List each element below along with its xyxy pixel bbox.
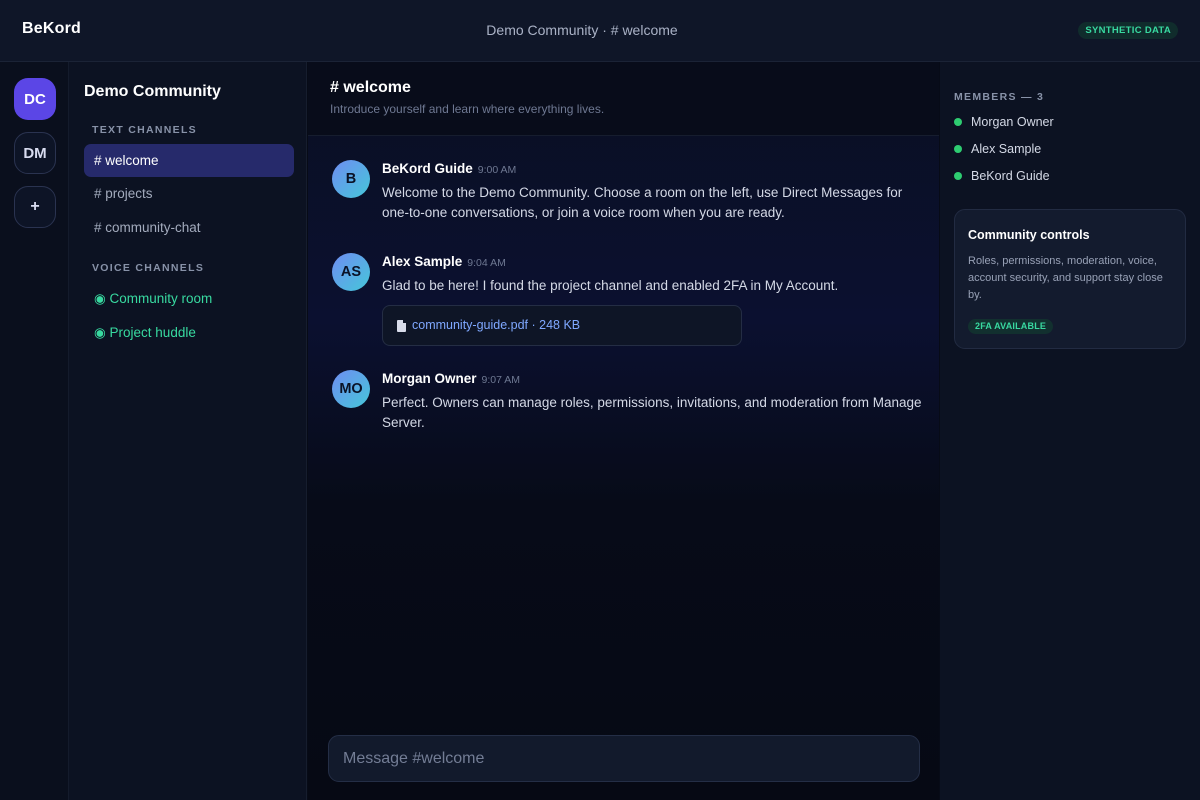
member-name: BeKord Guide: [971, 169, 1050, 183]
member-name: Morgan Owner: [971, 115, 1054, 129]
message-text: Perfect. Owners can manage roles, permis…: [382, 395, 922, 430]
online-status-icon: [954, 118, 962, 126]
author-name[interactable]: Morgan Owner: [382, 371, 477, 386]
message-author: BeKord Guide 9:00 AM: [382, 161, 516, 176]
avatar[interactable]: MO: [332, 370, 370, 408]
online-status-icon: [954, 145, 962, 153]
member-item[interactable]: Morgan Owner: [954, 115, 1054, 129]
message-time: 9:00 AM: [477, 164, 517, 176]
member-name: Alex Sample: [971, 142, 1042, 156]
server-demo-community[interactable]: DC: [14, 78, 56, 120]
author-name[interactable]: BeKord Guide: [382, 161, 473, 176]
author-name[interactable]: Alex Sample: [382, 254, 462, 269]
text-channels-heading: TEXT CHANNELS: [92, 124, 197, 136]
community-name: Demo Community: [84, 83, 221, 100]
message-input[interactable]: [328, 735, 920, 782]
attachment-link[interactable]: community-guide.pdf · 248 KB: [412, 318, 580, 332]
breadcrumb: Demo Community · # welcome: [486, 22, 678, 38]
voice-channel-project-huddle[interactable]: ◉ Project huddle: [84, 316, 294, 349]
message-time: 9:04 AM: [467, 257, 506, 269]
channel-welcome[interactable]: # welcome: [84, 144, 294, 177]
avatar[interactable]: AS: [332, 253, 370, 291]
members-heading: MEMBERS — 3: [954, 91, 1045, 103]
channel-title: # welcome: [330, 79, 411, 96]
voice-channel-community-room[interactable]: ◉ Community room: [84, 282, 294, 315]
channel-topic: Introduce yourself and learn where every…: [330, 102, 605, 116]
message-text: Welcome to the Demo Community. Choose a …: [382, 185, 903, 220]
card-body: Roles, permissions, moderation, voice, a…: [968, 255, 1163, 301]
avatar[interactable]: B: [332, 160, 370, 198]
synthetic-data-badge: SYNTHETIC DATA: [1078, 22, 1178, 39]
add-server-button[interactable]: +: [14, 186, 56, 228]
direct-messages-button[interactable]: DM: [14, 132, 56, 174]
message-text: Glad to be here! I found the project cha…: [382, 278, 839, 293]
members-panel: MEMBERS — 3 Morgan Owner Alex Sample BeK…: [940, 62, 1200, 800]
file-attachment[interactable]: community-guide.pdf · 248 KB: [382, 305, 742, 346]
server-rail: DC DM +: [0, 62, 69, 800]
channel-header: # welcome Introduce yourself and learn w…: [308, 62, 939, 136]
top-bar: BeKord Demo Community · # welcome SYNTHE…: [0, 0, 1200, 62]
chat-main: # welcome Introduce yourself and learn w…: [308, 62, 939, 800]
document-icon: [397, 320, 406, 332]
channel-community-chat[interactable]: # community-chat: [84, 211, 294, 244]
card-title: Community controls: [968, 228, 1090, 242]
channel-projects[interactable]: # projects: [84, 177, 294, 210]
message-time: 9:07 AM: [481, 374, 521, 386]
member-item[interactable]: BeKord Guide: [954, 169, 1050, 183]
online-status-icon: [954, 172, 962, 180]
message-author: Morgan Owner 9:07 AM: [382, 371, 520, 386]
member-item[interactable]: Alex Sample: [954, 142, 1041, 156]
message-author: Alex Sample 9:04 AM: [382, 254, 506, 269]
2fa-badge: 2FA AVAILABLE: [968, 319, 1054, 334]
community-controls-card: Community controls Roles, permissions, m…: [954, 209, 1186, 349]
voice-channels-heading: VOICE CHANNELS: [92, 262, 205, 274]
channel-sidebar: Demo Community TEXT CHANNELS # welcome #…: [69, 62, 307, 800]
